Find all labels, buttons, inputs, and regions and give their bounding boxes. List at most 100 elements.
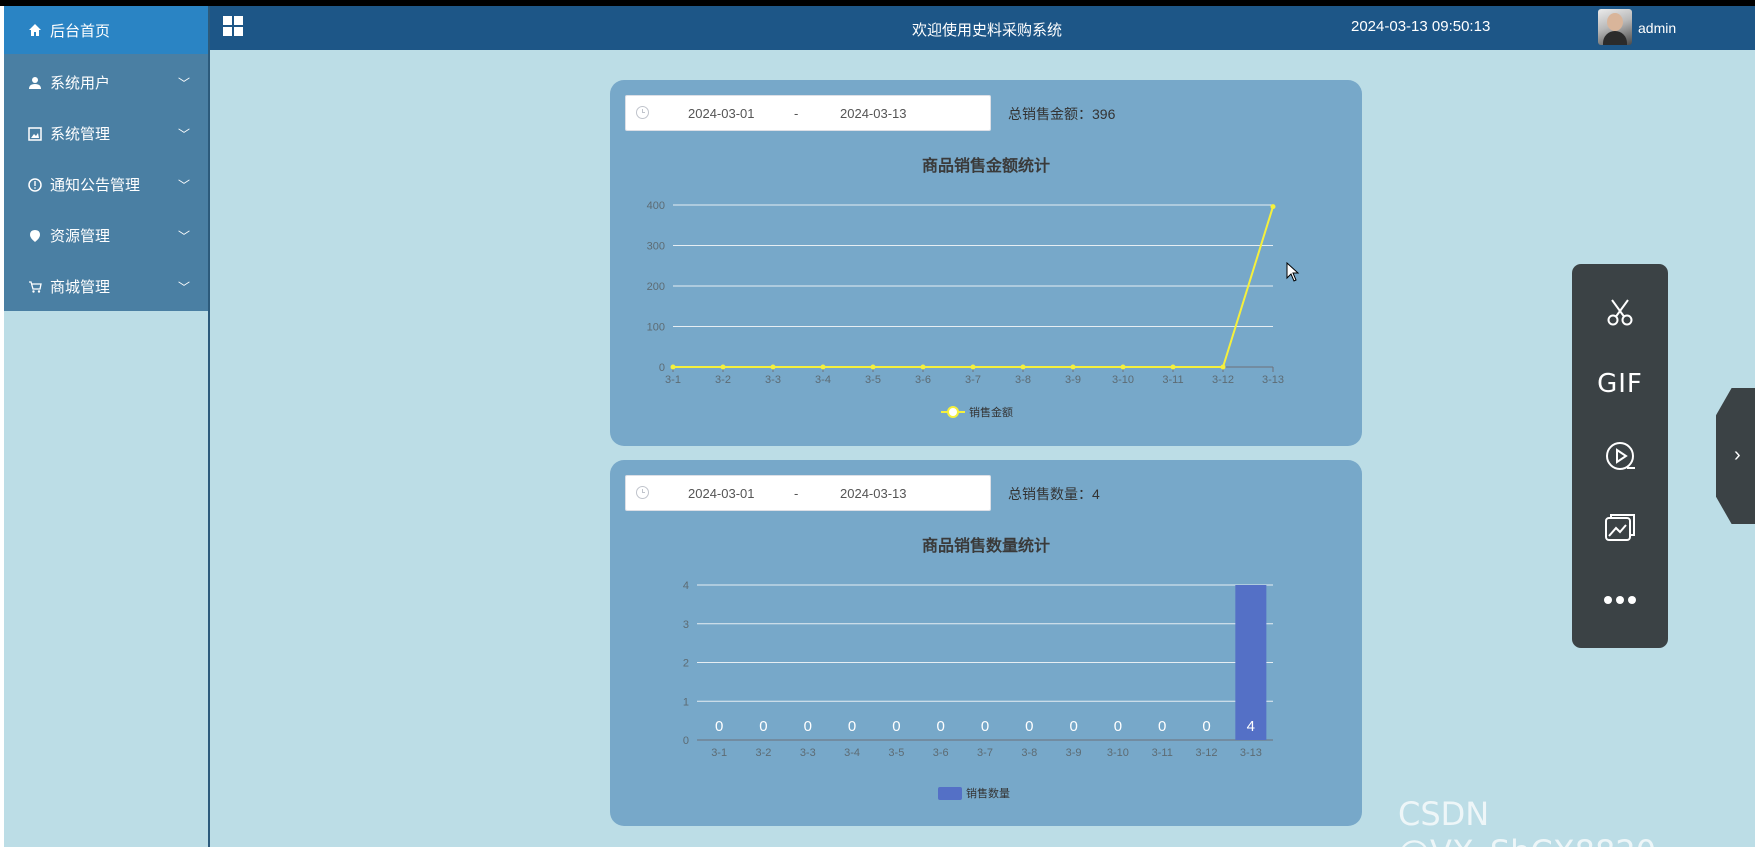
sidebar-item-home[interactable]: 后台首页 bbox=[4, 6, 210, 54]
legend-marker bbox=[947, 406, 959, 418]
sidebar-divider bbox=[208, 6, 210, 847]
y-tick-label: 4 bbox=[683, 580, 689, 592]
x-tick-label: 3-10 bbox=[1112, 374, 1134, 386]
home-icon bbox=[26, 21, 44, 39]
x-tick-label: 3-1 bbox=[665, 374, 681, 386]
sidebar: 后台首页 系统用户 ﹀ 系统管理 ﹀ 通知公告管理 ﹀ 资源管理 ﹀ 商城管理 … bbox=[4, 6, 210, 311]
y-tick-label: 2 bbox=[683, 658, 689, 670]
sidebar-item-label: 通知公告管理 bbox=[50, 177, 141, 194]
scissors-icon bbox=[1607, 299, 1633, 326]
data-label: 0 bbox=[892, 718, 900, 735]
info-icon bbox=[26, 176, 44, 194]
chevron-down-icon: ﹀ bbox=[177, 280, 190, 294]
image-icon bbox=[26, 125, 44, 143]
legend-label: 销售数量 bbox=[966, 786, 1010, 800]
x-tick-label: 3-3 bbox=[800, 747, 816, 759]
mouse-cursor-icon bbox=[1286, 262, 1300, 282]
y-tick-label: 300 bbox=[647, 241, 665, 253]
data-point bbox=[920, 364, 926, 370]
x-tick-label: 3-3 bbox=[765, 374, 781, 386]
data-label: 0 bbox=[1069, 718, 1077, 735]
x-tick-label: 3-5 bbox=[888, 747, 904, 759]
floating-toolbar: GIF bbox=[1572, 264, 1668, 648]
chevron-right-icon: › bbox=[1734, 444, 1741, 466]
sales-count-card: 2024-03-01 - 2024-03-13 总销售数量：4 商品销售数量统计… bbox=[610, 460, 1362, 826]
y-tick-label: 0 bbox=[659, 362, 665, 374]
sidebar-item-mall-management[interactable]: 商城管理 ﹀ bbox=[4, 261, 210, 312]
location-icon bbox=[26, 227, 44, 245]
x-tick-label: 3-13 bbox=[1240, 747, 1262, 759]
legend-label: 销售金额 bbox=[969, 405, 1013, 419]
y-tick-label: 400 bbox=[647, 200, 665, 212]
x-tick-label: 3-12 bbox=[1196, 747, 1218, 759]
current-datetime: 2024-03-13 09:50:13 bbox=[1351, 18, 1491, 35]
image-edit-icon bbox=[1605, 514, 1635, 541]
page-title: 欢迎使用史料采购系统 bbox=[912, 22, 1063, 39]
chevron-down-icon: ﹀ bbox=[177, 76, 190, 90]
sales-count-chart: 012343-103-203-303-403-503-603-703-803-9… bbox=[683, 580, 1273, 800]
x-tick-label: 3-7 bbox=[977, 747, 993, 759]
data-label: 0 bbox=[1158, 718, 1166, 735]
sales-amount-chart: 0 100 200 300 400 3-1 3-2 3-3 3-4 3-5 3-6 3-7 3-8 3-9… bbox=[647, 200, 1284, 419]
data-point bbox=[970, 364, 976, 370]
x-tick-label: 3-6 bbox=[933, 747, 949, 759]
data-label: 0 bbox=[1202, 718, 1210, 735]
data-label: 4 bbox=[1247, 718, 1255, 735]
x-tick-label: 3-13 bbox=[1262, 374, 1284, 386]
data-point bbox=[720, 364, 726, 370]
x-tick-label: 3-10 bbox=[1107, 747, 1129, 759]
gif-button[interactable]: GIF bbox=[1572, 354, 1668, 414]
sidebar-item-label: 后台首页 bbox=[50, 22, 111, 40]
x-tick-label: 3-4 bbox=[815, 374, 831, 386]
data-label: 0 bbox=[1114, 718, 1122, 735]
watermark: CSDN @VX_ShCX8820 bbox=[1398, 795, 1656, 847]
series-line bbox=[673, 206, 1274, 368]
top-header: 欢迎使用史料采购系统 2024-03-13 09:50:13 admin bbox=[210, 6, 1755, 50]
chevron-down-icon: ﹀ bbox=[177, 229, 190, 243]
y-tick-label: 200 bbox=[647, 281, 665, 293]
data-label: 0 bbox=[981, 718, 989, 735]
data-point bbox=[1120, 364, 1126, 370]
data-label: 0 bbox=[715, 718, 723, 735]
data-point bbox=[1270, 204, 1276, 210]
chevron-down-icon: ﹀ bbox=[177, 178, 190, 192]
expand-tab[interactable]: › bbox=[1716, 388, 1755, 524]
image-edit-button[interactable] bbox=[1572, 498, 1668, 558]
data-point bbox=[1020, 364, 1026, 370]
x-tick-label: 3-12 bbox=[1212, 374, 1234, 386]
sidebar-item-system-management[interactable]: 系统管理 ﹀ bbox=[4, 108, 210, 159]
x-tick-label: 3-8 bbox=[1021, 747, 1037, 759]
x-tick-label: 3-6 bbox=[915, 374, 931, 386]
sidebar-item-label: 系统用户 bbox=[50, 75, 111, 92]
data-label: 0 bbox=[937, 718, 945, 735]
legend-marker bbox=[938, 787, 962, 800]
user-icon bbox=[26, 74, 44, 92]
scissors-button[interactable] bbox=[1572, 282, 1668, 342]
sidebar-item-notice-management[interactable]: 通知公告管理 ﹀ bbox=[4, 159, 210, 210]
avatar[interactable] bbox=[1598, 9, 1632, 45]
sidebar-item-label: 商城管理 bbox=[50, 279, 111, 296]
x-tick-label: 3-11 bbox=[1152, 747, 1173, 759]
more-button[interactable] bbox=[1572, 570, 1668, 630]
more-icon bbox=[1604, 596, 1636, 604]
data-point bbox=[1220, 364, 1226, 370]
chevron-down-icon: ﹀ bbox=[177, 127, 190, 141]
data-point bbox=[820, 364, 826, 370]
x-tick-label: 3-5 bbox=[865, 374, 881, 386]
x-tick-label: 3-8 bbox=[1015, 374, 1031, 386]
sidebar-item-resource-management[interactable]: 资源管理 ﹀ bbox=[4, 210, 210, 261]
bar bbox=[1235, 585, 1267, 740]
x-tick-label: 3-2 bbox=[715, 374, 731, 386]
y-tick-label: 3 bbox=[683, 619, 689, 631]
username[interactable]: admin bbox=[1638, 20, 1676, 36]
screen-record-button[interactable] bbox=[1572, 426, 1668, 486]
y-tick-label: 1 bbox=[683, 696, 689, 708]
menu-grid-icon[interactable] bbox=[223, 16, 243, 36]
sales-amount-card: 2024-03-01 - 2024-03-13 总销售金额：396 商品销售金额… bbox=[610, 80, 1362, 446]
x-tick-label: 3-9 bbox=[1066, 747, 1082, 759]
y-tick-label: 100 bbox=[647, 322, 665, 334]
data-point bbox=[870, 364, 876, 370]
x-tick-label: 3-2 bbox=[756, 747, 772, 759]
sidebar-item-system-users[interactable]: 系统用户 ﹀ bbox=[4, 57, 210, 108]
data-label: 0 bbox=[759, 718, 767, 735]
